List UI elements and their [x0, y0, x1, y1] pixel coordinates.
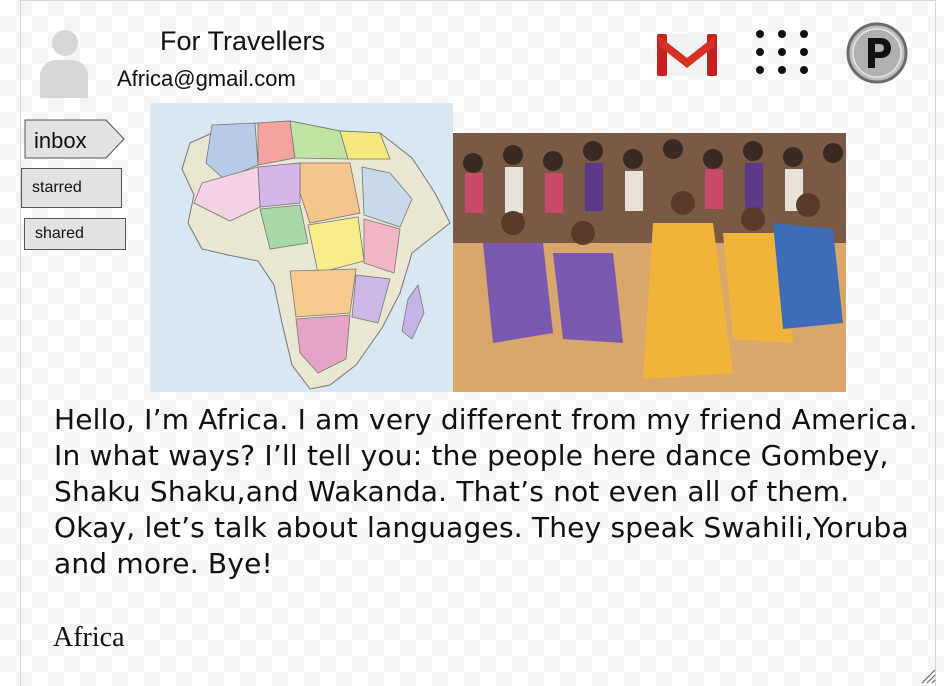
page-title: For Travellers: [160, 26, 326, 56]
nav-inbox-label: inbox: [34, 128, 87, 153]
apps-grid-icon[interactable]: [752, 26, 814, 78]
nav-starred[interactable]: starred: [21, 168, 122, 208]
resize-handle-icon[interactable]: [918, 666, 936, 684]
nav-inbox[interactable]: inbox: [24, 119, 126, 159]
profile-p-icon[interactable]: [846, 22, 908, 84]
africa-map-image: [150, 103, 453, 392]
gmail-icon[interactable]: [655, 30, 719, 78]
user-avatar-icon: [40, 30, 88, 98]
sender-email: Africa@gmail.com: [117, 66, 296, 91]
message-signature: Africa: [53, 622, 125, 653]
nav-shared[interactable]: shared: [24, 218, 126, 250]
dancers-photo: [453, 133, 846, 392]
message-body: Hello, I’m Africa. I am very different f…: [54, 403, 918, 580]
